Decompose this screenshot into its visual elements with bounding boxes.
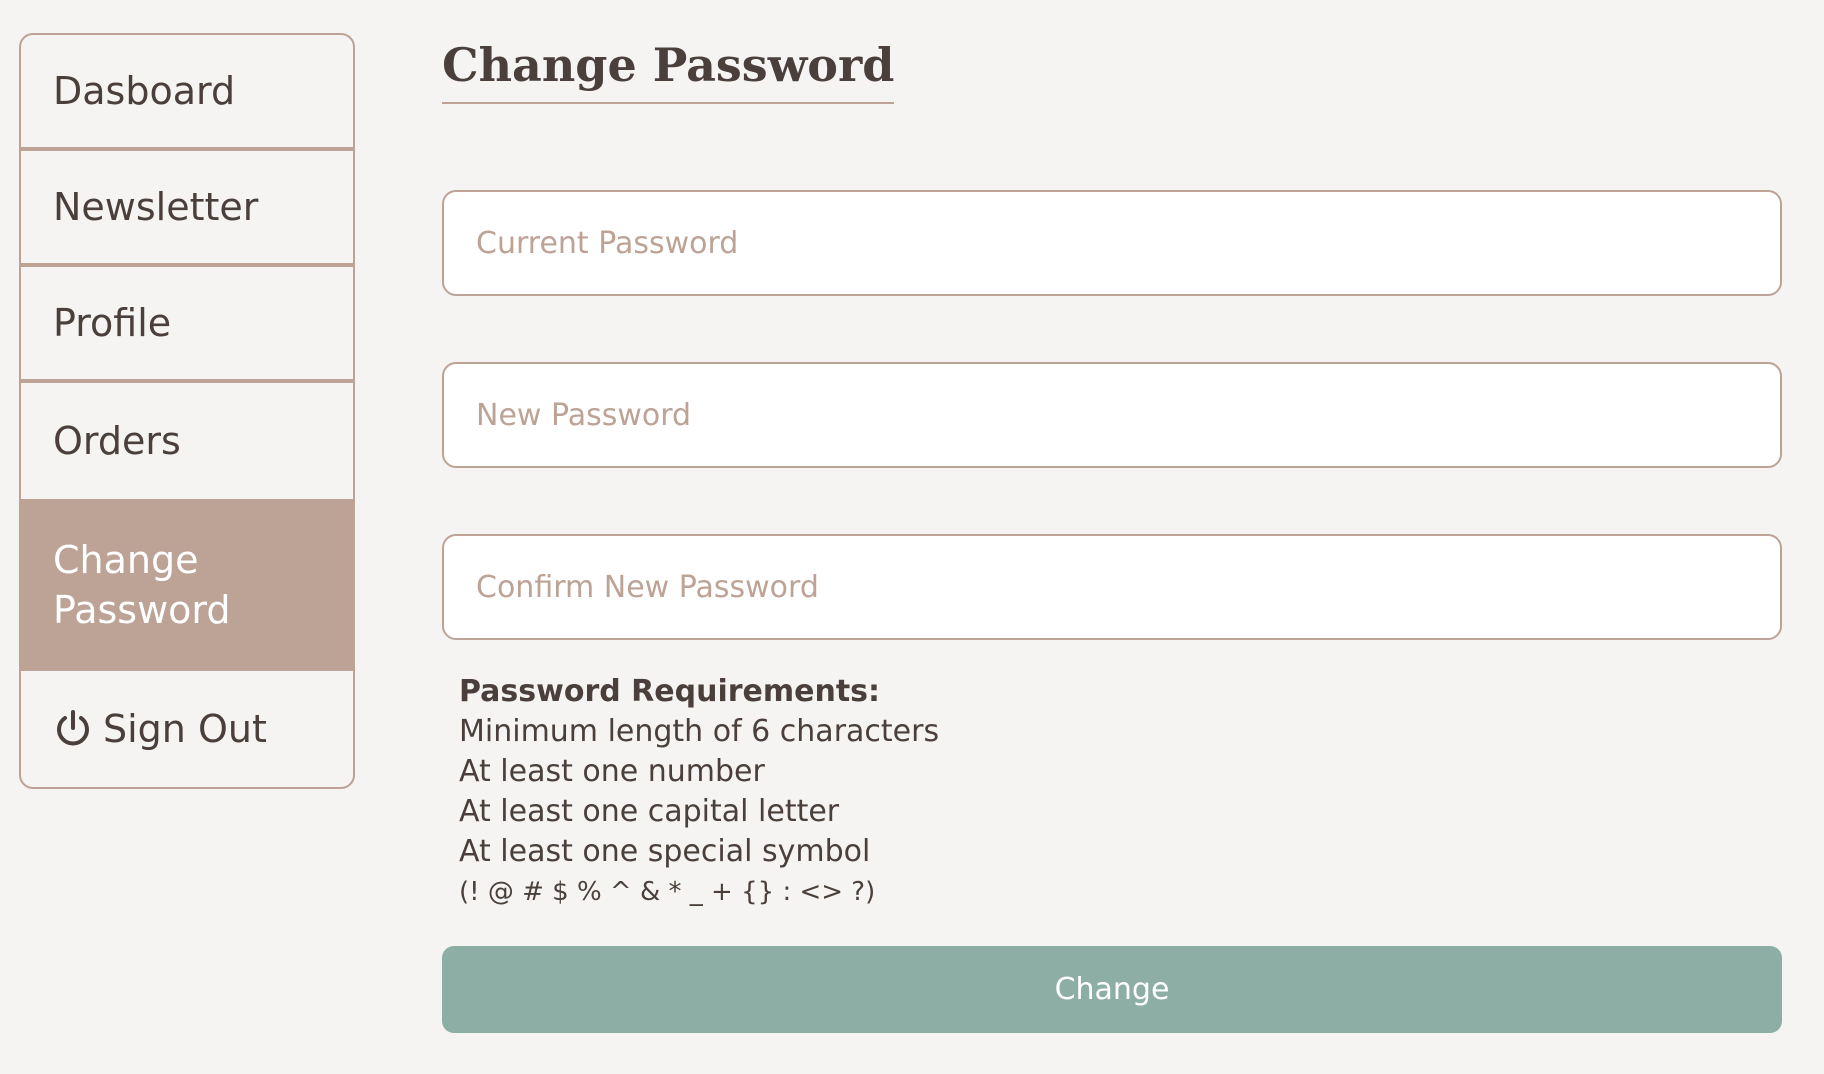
sidebar-item-change-password[interactable]: Change Password bbox=[21, 499, 353, 671]
sidebar-item-label: Newsletter bbox=[53, 185, 259, 229]
page-title: Change Password bbox=[442, 38, 895, 104]
password-requirements: Password Requirements: Minimum length of… bbox=[459, 672, 939, 912]
change-button[interactable]: Change bbox=[442, 946, 1782, 1033]
requirement-item: Minimum length of 6 characters bbox=[459, 714, 940, 749]
new-password-field[interactable] bbox=[442, 362, 1782, 468]
sidebar-nav: Dasboard Newsletter Profile Orders Chang… bbox=[19, 33, 355, 789]
sidebar-item-label: Dasboard bbox=[53, 69, 236, 113]
requirement-item: At least one special symbol bbox=[459, 834, 871, 869]
sidebar-item-profile[interactable]: Profile bbox=[21, 267, 353, 383]
sidebar-item-label: Sign Out bbox=[103, 707, 267, 751]
sidebar-item-label: Orders bbox=[53, 419, 181, 463]
current-password-field[interactable] bbox=[442, 190, 1782, 296]
requirement-item: At least one number bbox=[459, 754, 765, 789]
requirement-item: At least one capital letter bbox=[459, 794, 840, 829]
requirement-symbols: (! @ # $ % ^ & * _ + {} : <> ?) bbox=[459, 877, 876, 907]
sidebar-item-sign-out[interactable]: Sign Out bbox=[21, 671, 353, 787]
confirm-password-field[interactable] bbox=[442, 534, 1782, 640]
current-password-input[interactable] bbox=[444, 192, 1780, 294]
sidebar-item-newsletter[interactable]: Newsletter bbox=[21, 151, 353, 267]
sidebar-item-dashboard[interactable]: Dasboard bbox=[21, 35, 353, 151]
sidebar-item-label: Profile bbox=[53, 301, 172, 345]
power-icon bbox=[53, 709, 93, 749]
confirm-password-input[interactable] bbox=[444, 536, 1780, 638]
requirements-heading: Password Requirements: bbox=[459, 674, 881, 709]
sidebar-item-label: Change Password bbox=[53, 538, 231, 632]
sidebar-item-orders[interactable]: Orders bbox=[21, 383, 353, 499]
new-password-input[interactable] bbox=[444, 364, 1780, 466]
